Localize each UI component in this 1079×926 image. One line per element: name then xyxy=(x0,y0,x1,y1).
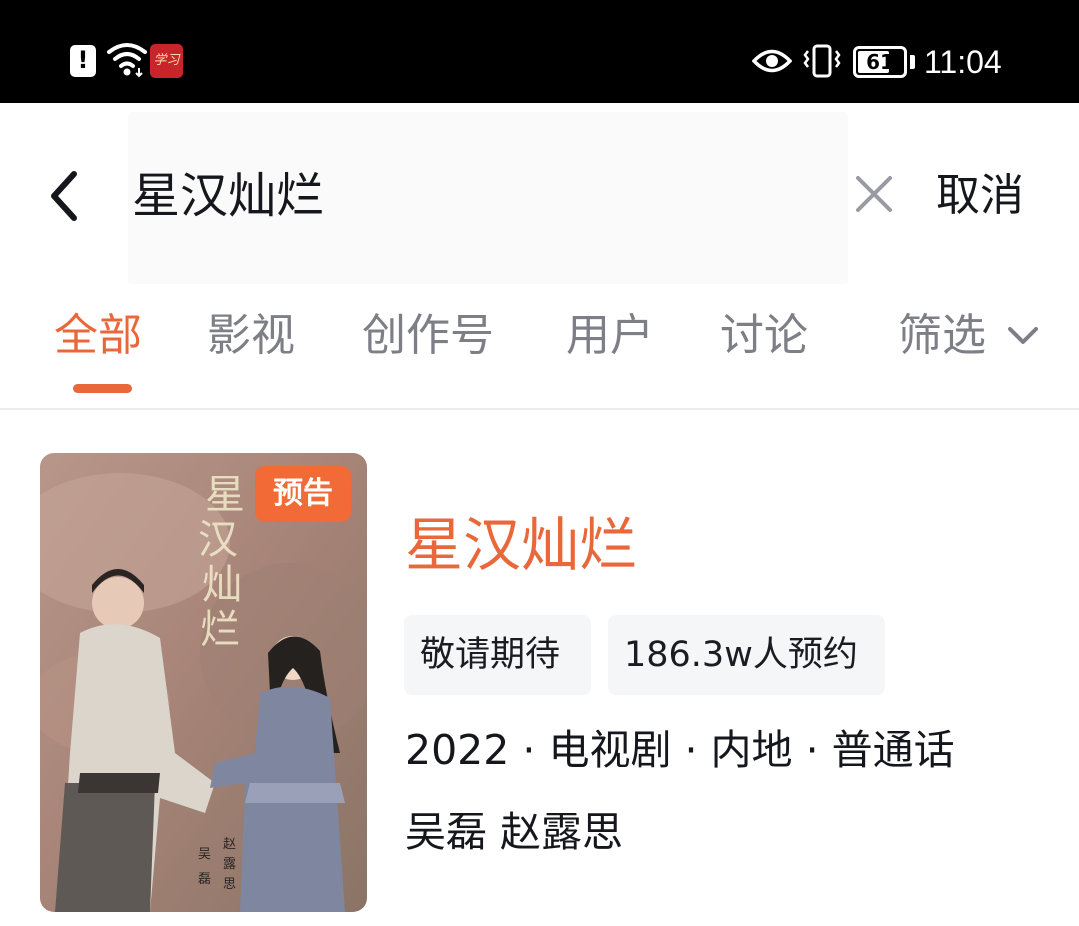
chevron-down-icon[interactable] xyxy=(1006,324,1040,348)
battery-level: 61 xyxy=(866,50,894,74)
clear-icon[interactable] xyxy=(852,172,896,216)
poster-name-5: 思 xyxy=(223,877,236,892)
poster-title-char-4: 烂 xyxy=(200,607,240,653)
tab-video[interactable]: 影视 xyxy=(207,306,295,366)
poster-name-2: 磊 xyxy=(198,872,211,887)
vibrate-icon xyxy=(803,44,841,78)
tab-creator[interactable]: 创作号 xyxy=(362,306,494,366)
poster-name-3: 赵 xyxy=(223,837,236,852)
tab-user[interactable]: 用户 xyxy=(566,306,654,366)
clock: 11:04 xyxy=(924,44,1002,80)
result-cast: 吴磊 赵露思 xyxy=(405,808,624,856)
trailer-badge: 预告 xyxy=(255,466,351,522)
poster-name-4: 露 xyxy=(223,857,236,872)
result-meta: 2022 · 电视剧 · 内地 · 普通话 xyxy=(405,726,955,774)
filter-button[interactable]: 筛选 xyxy=(898,306,986,366)
status-tag: 敬请期待 xyxy=(404,615,591,695)
poster-title-char-2: 汉 xyxy=(198,517,238,563)
tab-discussion[interactable]: 讨论 xyxy=(720,306,808,366)
reservation-count-tag: 186.3w人预约 xyxy=(608,615,885,695)
active-tab-indicator xyxy=(73,384,132,393)
xuexi-app-icon: 学习 xyxy=(150,44,183,78)
poster-name-1: 吴 xyxy=(198,847,211,862)
search-input[interactable]: 星汉灿烂 xyxy=(132,166,324,226)
result-title[interactable]: 星汉灿烂 xyxy=(405,506,637,584)
battery-icon: 61 xyxy=(853,46,915,78)
eye-icon xyxy=(752,49,792,73)
tab-all[interactable]: 全部 xyxy=(54,306,142,366)
poster-title-char-1: 星 xyxy=(205,472,245,518)
poster-title-char-3: 灿 xyxy=(202,562,242,608)
back-arrow-icon[interactable] xyxy=(42,168,86,224)
wifi-icon xyxy=(107,43,147,78)
alert-icon xyxy=(70,45,96,77)
status-bar: 学习 61 11:04 xyxy=(0,0,1079,103)
result-tabs: 全部 影视 创作号 用户 讨论 筛选 xyxy=(0,300,1079,410)
cancel-button[interactable]: 取消 xyxy=(936,166,1024,226)
